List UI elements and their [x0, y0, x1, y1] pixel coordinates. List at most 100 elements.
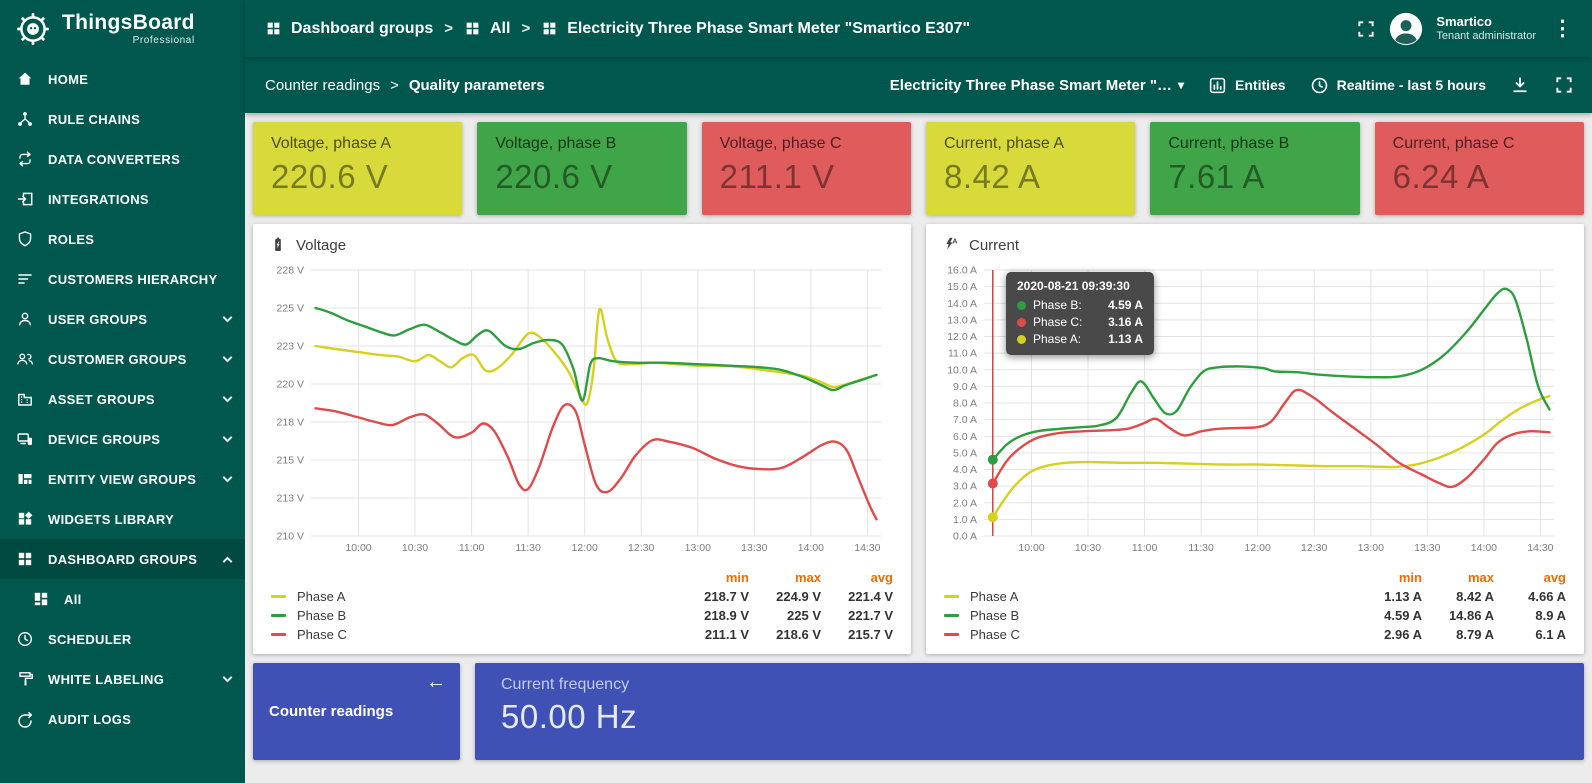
x-axis-labels: 10:0010:3011:0011:3012:0012:3013:0013:30…: [345, 542, 880, 554]
sidebar-item-widgets-library[interactable]: WIDGETS LIBRARY: [0, 499, 245, 539]
sidebar-item-rule-chains[interactable]: RULE CHAINS: [0, 99, 245, 139]
fullscreen-icon[interactable]: [1356, 19, 1376, 39]
series-phase-c-line: [316, 404, 877, 519]
sidebar-item-device-groups[interactable]: DEVICE GROUPS: [0, 419, 245, 459]
sidebar-item-white-labeling[interactable]: WHITE LABELING: [0, 659, 245, 699]
legend-max-phase-a: 224.9 V: [749, 589, 821, 604]
svg-text:13:00: 13:00: [1358, 542, 1384, 554]
kpi-card-current-phase-a: Current, phase A8.42 A: [926, 122, 1135, 215]
svg-text:10:30: 10:30: [402, 542, 428, 554]
kpi-value: 6.24 A: [1393, 158, 1566, 196]
legend-name-phase-c[interactable]: Phase C: [297, 627, 677, 642]
bottom-row: Counter readings ← Current frequency 50.…: [253, 663, 1584, 760]
legend-min-phase-a: 218.7 V: [677, 589, 749, 604]
download-icon[interactable]: [1510, 75, 1530, 95]
legend-name-phase-b[interactable]: Phase B: [970, 608, 1350, 623]
user-name: Smartico: [1436, 14, 1536, 30]
sidebar-item-integrations[interactable]: INTEGRATIONS: [0, 179, 245, 219]
svg-text:7.0 A: 7.0 A: [953, 414, 977, 426]
current-icon: A: [942, 236, 960, 254]
entities-button[interactable]: Entities: [1208, 76, 1286, 95]
svg-text:6.0 A: 6.0 A: [953, 431, 977, 443]
asset-groups-icon: [16, 390, 34, 408]
user-info[interactable]: Smartico Tenant administrator: [1436, 14, 1536, 44]
breadcrumb-item[interactable]: Electricity Three Phase Smart Meter "Sma…: [541, 20, 970, 38]
thingsboard-app: ThingsBoard Professional HOMERULE CHAINS…: [0, 0, 1592, 783]
kpi-card-voltage-phase-a: Voltage, phase A220.6 V: [253, 122, 462, 215]
svg-text:12.0 A: 12.0 A: [947, 331, 977, 343]
legend-swatch-phase-a: [271, 595, 286, 598]
sidebar-item-dashboard-groups[interactable]: DASHBOARD GROUPS: [0, 539, 245, 579]
legend-name-phase-c[interactable]: Phase C: [970, 627, 1350, 642]
main-column: Dashboard groups>All>Electricity Three P…: [245, 0, 1592, 783]
legend-swatch-phase-b: [271, 614, 286, 617]
svg-text:10:30: 10:30: [1075, 542, 1101, 554]
tooltip-series-dot: [1017, 301, 1026, 310]
chevron-down-icon: [223, 672, 233, 682]
voltage-chart-svg[interactable]: 210 V213 V215 V218 V220 V223 V225 V228 V…: [269, 260, 895, 556]
svg-text:14:30: 14:30: [1527, 542, 1553, 554]
legend-header-min: min: [677, 570, 749, 585]
svg-text:10.0 A: 10.0 A: [947, 364, 977, 376]
sidebar-item-roles[interactable]: ROLES: [0, 219, 245, 259]
sidebar-item-asset-groups[interactable]: ASSET GROUPS: [0, 379, 245, 419]
legend-min-phase-c: 2.96 A: [1350, 627, 1422, 642]
tooltip-row: Phase A:1.13 A: [1017, 332, 1143, 346]
entity-select-label: Electricity Three Phase Smart Meter "…: [890, 77, 1172, 94]
breadcrumb: Dashboard groups>All>Electricity Three P…: [265, 20, 1356, 38]
kpi-title: Voltage, phase C: [720, 135, 893, 153]
sidebar-item-scheduler[interactable]: SCHEDULER: [0, 619, 245, 659]
logo-text: ThingsBoard Professional: [62, 12, 195, 46]
data-converters-icon: [16, 150, 34, 168]
breadcrumb-item[interactable]: Dashboard groups: [265, 20, 433, 38]
legend-name-phase-a[interactable]: Phase A: [297, 589, 677, 604]
sidebar-item-data-converters[interactable]: DATA CONVERTERS: [0, 139, 245, 179]
legend-avg-phase-c: 6.1 A: [1494, 627, 1566, 642]
current-plot-area[interactable]: 0.0 A1.0 A2.0 A3.0 A4.0 A5.0 A6.0 A7.0 A…: [942, 260, 1568, 556]
chart-title-bar: Voltage: [269, 236, 895, 254]
clock-icon: [1310, 76, 1329, 95]
svg-text:3.0 A: 3.0 A: [953, 481, 977, 493]
legend-name-phase-a[interactable]: Phase A: [970, 589, 1350, 604]
kpi-title: Voltage, phase B: [495, 135, 668, 153]
sidebar-item-entity-view-groups[interactable]: ENTITY VIEW GROUPS: [0, 459, 245, 499]
sidebar-item-label: USER GROUPS: [48, 312, 210, 327]
tooltip-series-name: Phase C:: [1033, 315, 1082, 329]
sidebar-item-label: DASHBOARD GROUPS: [48, 552, 210, 567]
sidebar-item-label: AUDIT LOGS: [48, 712, 231, 727]
top-header: Dashboard groups>All>Electricity Three P…: [245, 0, 1592, 57]
svg-text:215 V: 215 V: [277, 455, 304, 467]
chevron-down-icon: [223, 312, 233, 322]
legend-swatch-phase-a: [944, 595, 959, 598]
legend-name-phase-b[interactable]: Phase B: [297, 608, 677, 623]
kpi-title: Current, phase B: [1168, 135, 1341, 153]
breadcrumb-item[interactable]: All: [464, 20, 510, 38]
svg-text:10:00: 10:00: [345, 542, 371, 554]
chart-title: Current: [969, 237, 1019, 254]
more-vertical-icon[interactable]: ⋮: [1549, 18, 1576, 39]
sidebar-item-label: All: [64, 592, 231, 607]
breadcrumb-separator: >: [521, 20, 530, 37]
kpi-card-current-phase-c: Current, phase C6.24 A: [1375, 122, 1584, 215]
back-arrow-icon[interactable]: ←: [426, 671, 446, 694]
svg-text:12:30: 12:30: [1301, 542, 1327, 554]
thingsboard-logo[interactable]: ThingsBoard Professional: [0, 0, 245, 57]
sidebar-item-all[interactable]: All: [0, 579, 245, 619]
sidebar-item-user-groups[interactable]: USER GROUPS: [0, 299, 245, 339]
voltage-plot-area[interactable]: 210 V213 V215 V218 V220 V223 V225 V228 V…: [269, 260, 895, 556]
sidebar-item-audit-logs[interactable]: AUDIT LOGS: [0, 699, 245, 739]
avatar[interactable]: [1389, 12, 1423, 46]
sidebar-item-home[interactable]: HOME: [0, 59, 245, 99]
sidebar-item-customer-groups[interactable]: CUSTOMER GROUPS: [0, 339, 245, 379]
fullscreen-icon[interactable]: [1554, 75, 1574, 95]
tooltip-series-dot: [1017, 318, 1026, 327]
timewindow-button[interactable]: Realtime - last 5 hours: [1310, 76, 1486, 95]
svg-text:15.0 A: 15.0 A: [947, 281, 977, 293]
legend-header-max: max: [1422, 570, 1494, 585]
tooltip-series-name: Phase B:: [1033, 298, 1082, 312]
sidebar-item-customers-hierarchy[interactable]: CUSTOMERS HIERARCHY: [0, 259, 245, 299]
entity-select[interactable]: Electricity Three Phase Smart Meter "… ▾: [890, 77, 1184, 94]
counter-readings-nav-card[interactable]: Counter readings ←: [253, 663, 460, 760]
state-primary[interactable]: Counter readings: [265, 77, 380, 94]
charts-row: Voltage 210 V213 V215 V218 V220 V223 V22…: [253, 224, 1584, 654]
